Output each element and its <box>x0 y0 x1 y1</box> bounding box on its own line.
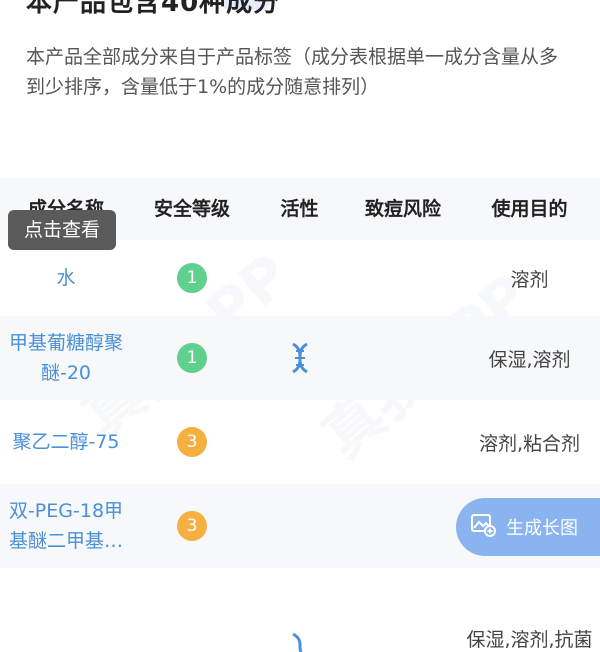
ingredient-name[interactable]: 双-PEG-18甲基醚二甲基… <box>0 484 132 568</box>
image-icon <box>470 513 496 542</box>
ingredient-name[interactable]: 甲基葡糖醇聚醚-20 <box>0 316 132 400</box>
header-active: 活性 <box>280 198 319 220</box>
ingredient-name[interactable]: 水 <box>0 240 132 316</box>
generate-long-image-button[interactable]: 生成长图 <box>456 498 600 556</box>
view-tooltip[interactable]: 点击查看 <box>8 210 116 250</box>
safety-level-badge: 3 <box>177 427 207 457</box>
table-row[interactable]: 聚乙二醇-75 3 溶剂,粘合剂 <box>0 400 600 484</box>
dna-icon <box>291 342 308 374</box>
safety-level-badge: 1 <box>177 263 207 293</box>
ingredient-purpose: 保湿,溶剂 <box>488 348 571 371</box>
table-row[interactable]: 保湿,溶剂,抗菌 <box>0 568 600 652</box>
header-risk: 致痘风险 <box>364 198 441 220</box>
safety-level-badge: 3 <box>177 511 207 541</box>
ingredient-name[interactable] <box>0 568 132 652</box>
table-row[interactable]: 水 1 溶剂 <box>0 240 600 316</box>
fab-label: 生成长图 <box>506 518 578 539</box>
ingredient-name[interactable]: 聚乙二醇-75 <box>0 400 132 484</box>
page-title: 本产品包含40种成分 <box>26 0 281 18</box>
header-purpose: 使用目的 <box>491 198 568 220</box>
ingredients-description: 本产品全部成分来自于产品标签（成分表根据单一成分含量从多到少排序，含量低于1%的… <box>26 46 559 98</box>
ingredient-purpose: 溶剂 <box>510 268 549 291</box>
table-row[interactable]: 甲基葡糖醇聚醚-20 1 保湿,溶剂 <box>0 316 600 400</box>
header-level: 安全等级 <box>153 198 230 220</box>
ingredient-purpose: 溶剂,粘合剂 <box>478 432 581 455</box>
dna-icon <box>291 632 303 652</box>
ingredient-purpose: 保湿,溶剂,抗菌 <box>466 629 593 651</box>
safety-level-badge: 1 <box>177 343 207 373</box>
